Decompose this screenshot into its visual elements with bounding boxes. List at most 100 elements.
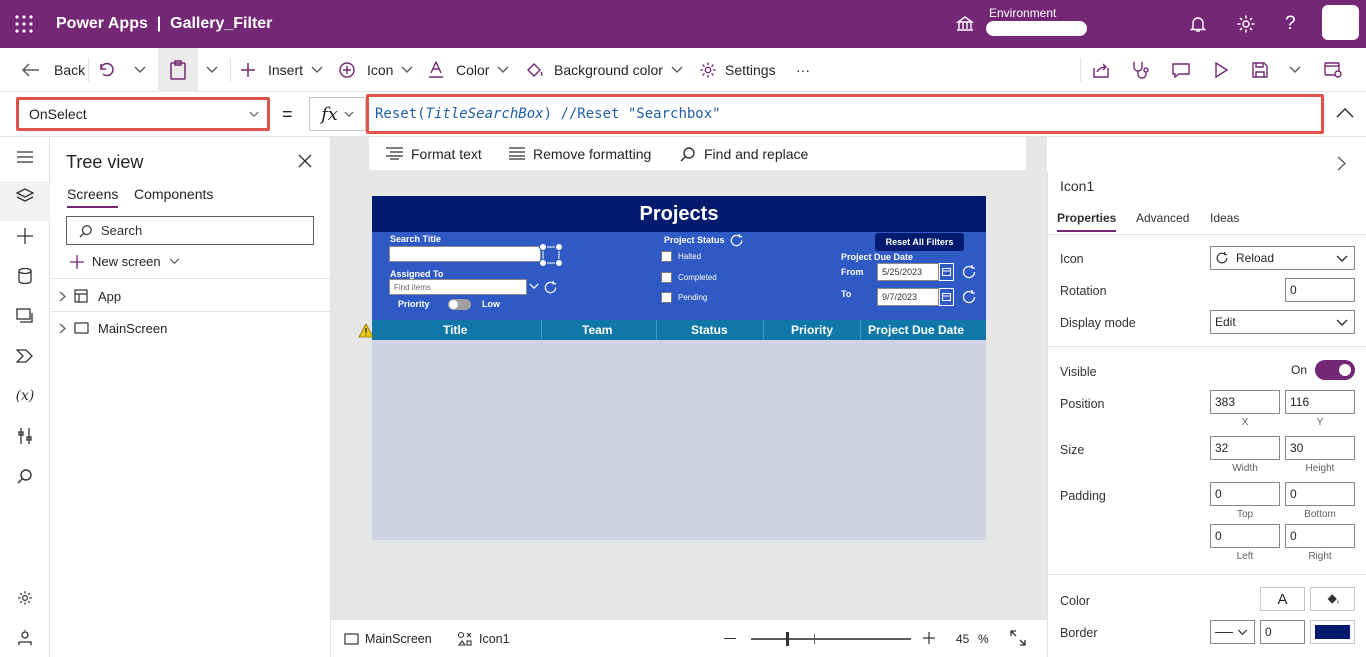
advanced-tools-icon[interactable]	[14, 425, 36, 447]
chevron-down-icon	[1336, 255, 1348, 262]
environment-selector[interactable]	[986, 21, 1087, 36]
variables-icon[interactable]: (x)	[14, 385, 36, 407]
tab-screens[interactable]: Screens	[67, 186, 119, 208]
border-color-picker[interactable]	[1310, 620, 1355, 644]
formula-input[interactable]: Reset(TitleSearchBox) //Reset "Searchbox…	[366, 94, 1324, 134]
app-launcher-icon[interactable]	[14, 14, 34, 34]
tab-ideas[interactable]: Ideas	[1210, 211, 1239, 225]
media-icon[interactable]	[14, 305, 36, 327]
avatar[interactable]	[1322, 5, 1359, 40]
halted-checkbox[interactable]	[661, 251, 672, 262]
share-button[interactable]	[1092, 48, 1110, 92]
undo-dropdown[interactable]	[134, 48, 146, 92]
border-width-input[interactable]: 0	[1260, 620, 1305, 644]
paste-dropdown[interactable]	[206, 48, 218, 92]
collapse-formula-icon[interactable]	[1336, 108, 1354, 118]
find-replace-button[interactable]: Find and replace	[680, 137, 808, 170]
padding-right-input[interactable]: 0	[1285, 524, 1355, 548]
save-button[interactable]	[1252, 48, 1268, 92]
y-input[interactable]: 116	[1285, 390, 1355, 414]
border-style-select[interactable]	[1210, 620, 1255, 644]
app-checker-button[interactable]	[1131, 48, 1149, 92]
reload-icon[interactable]	[543, 280, 558, 295]
notifications-icon[interactable]	[1189, 15, 1207, 33]
background-color-button[interactable]: Background color	[526, 48, 683, 92]
app-preview-screen[interactable]: Projects Search Title Assigned To Find i…	[372, 196, 986, 540]
padding-bottom-input[interactable]: 0	[1285, 482, 1355, 506]
layers-icon[interactable]	[14, 185, 36, 207]
close-icon[interactable]	[298, 154, 312, 168]
zoom-slider-thumb[interactable]	[786, 632, 789, 646]
tree-item-mainscreen[interactable]: MainScreen	[51, 312, 330, 344]
tab-properties[interactable]: Properties	[1057, 211, 1117, 232]
fill-color-picker[interactable]	[1310, 587, 1355, 611]
power-automate-icon[interactable]	[14, 345, 36, 367]
to-date-picker[interactable]: 9/7/2023	[877, 288, 939, 306]
icon-value: Reload	[1236, 251, 1275, 265]
font-color-picker[interactable]: A	[1260, 587, 1305, 611]
icon-button[interactable]: Icon	[339, 48, 413, 92]
reload-icon[interactable]	[961, 264, 977, 280]
comments-button[interactable]	[1172, 48, 1190, 92]
reset-all-filters-button[interactable]: Reset All Filters	[875, 233, 964, 251]
tree-item-app[interactable]: App	[51, 280, 330, 312]
assigned-to-combo[interactable]: Find items	[389, 279, 527, 295]
paste-button[interactable]	[169, 48, 187, 92]
tab-advanced[interactable]: Advanced	[1136, 211, 1189, 225]
format-text-button[interactable]: Format text	[386, 137, 482, 170]
help-icon[interactable]: ?	[1285, 13, 1296, 35]
priority-toggle[interactable]	[448, 299, 471, 310]
settings-button[interactable]: Settings	[699, 48, 776, 92]
visible-toggle[interactable]	[1315, 360, 1355, 380]
environment-icon[interactable]	[956, 16, 974, 32]
settings-icon[interactable]	[14, 587, 36, 609]
calendar-icon[interactable]	[939, 288, 954, 306]
size-label: Size	[1060, 443, 1085, 457]
reload-icon[interactable]	[729, 233, 744, 248]
zoom-out-button[interactable]	[724, 638, 736, 639]
remove-formatting-button[interactable]: Remove formatting	[509, 137, 651, 170]
tree-search-input[interactable]: Search	[66, 216, 314, 245]
tab-components[interactable]: Components	[134, 186, 213, 202]
more-button[interactable]: ···	[796, 48, 810, 92]
padding-top-input[interactable]: 0	[1210, 482, 1280, 506]
from-date-picker[interactable]: 5/25/2023	[877, 263, 939, 281]
preview-button[interactable]	[1214, 48, 1228, 92]
insert-plus-icon[interactable]	[14, 225, 36, 247]
search-icon[interactable]	[14, 465, 36, 487]
rotation-input[interactable]: 0	[1285, 278, 1355, 302]
low-label: Low	[482, 299, 500, 309]
calendar-icon[interactable]	[939, 263, 954, 281]
property-selector[interactable]: OnSelect	[16, 97, 270, 131]
expand-panel-icon[interactable]	[1337, 156, 1346, 171]
icon-select[interactable]: Reload	[1210, 246, 1355, 270]
new-screen-button[interactable]: New screen	[70, 254, 180, 269]
save-dropdown[interactable]	[1289, 48, 1301, 92]
fit-to-window-icon[interactable]	[1010, 630, 1026, 646]
x-input[interactable]: 383	[1210, 390, 1280, 414]
chevron-down-icon[interactable]	[529, 283, 539, 290]
width-input[interactable]: 32	[1210, 436, 1280, 460]
back-button[interactable]: Back	[22, 48, 85, 92]
screen-breadcrumb[interactable]: MainScreen	[344, 632, 432, 646]
control-breadcrumb[interactable]: Icon1	[457, 631, 510, 647]
fx-button[interactable]: fx	[309, 97, 366, 131]
database-icon[interactable]	[14, 265, 36, 287]
color-button[interactable]: Color	[428, 48, 509, 92]
virtual-agent-icon[interactable]	[14, 627, 36, 649]
reload-icon[interactable]	[961, 289, 977, 305]
publish-button[interactable]	[1324, 48, 1342, 92]
insert-button[interactable]: Insert	[240, 48, 323, 92]
completed-checkbox[interactable]	[661, 272, 672, 283]
warning-icon[interactable]	[358, 323, 374, 338]
pending-checkbox[interactable]	[661, 292, 672, 303]
zoom-in-icon[interactable]	[923, 632, 935, 644]
undo-button[interactable]	[98, 48, 116, 92]
height-input[interactable]: 30	[1285, 436, 1355, 460]
hamburger-menu-icon[interactable]	[14, 146, 36, 168]
zoom-slider[interactable]	[751, 632, 911, 646]
settings-gear-icon[interactable]	[1236, 14, 1256, 34]
title-search-box[interactable]	[389, 246, 541, 262]
display-mode-select[interactable]: Edit	[1210, 310, 1355, 334]
padding-left-input[interactable]: 0	[1210, 524, 1280, 548]
